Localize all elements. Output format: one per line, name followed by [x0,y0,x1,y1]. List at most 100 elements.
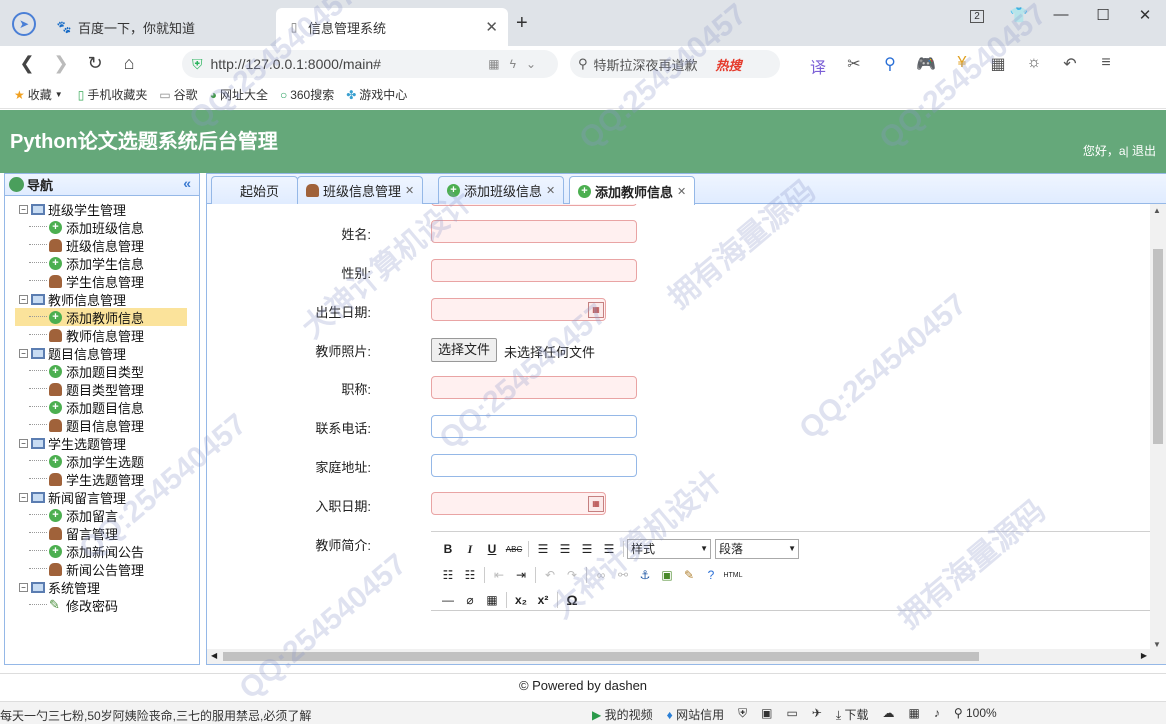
image-status-icon[interactable]: ▣ [761,706,772,723]
bookmark-item[interactable]: ○ 360搜索 [280,86,334,103]
maximize-icon[interactable]: ☐ [1082,6,1124,24]
nav-item[interactable]: 题目类型管理 [29,380,144,398]
subscript-icon[interactable]: x₂ [510,590,532,610]
nav-item[interactable]: + 添加题目信息 [29,398,144,416]
strike-icon[interactable]: ABC [503,539,525,559]
undo-icon[interactable]: ↶ [539,565,561,585]
my-video-link[interactable]: ▶ 我的视频 [592,706,653,723]
nav-item[interactable]: 教师信息管理 [29,326,144,344]
bookmark-item[interactable]: ▯ 手机收藏夹 [78,86,148,103]
nav-item[interactable]: + 添加班级信息 [29,218,144,236]
nav-item[interactable]: + 添加留言 [29,506,118,524]
site-credit-link[interactable]: ♦ 网站信用 [667,706,724,723]
nav-group[interactable]: − 学生选题管理 [19,434,126,452]
page-tab[interactable]: + 添加教师信息 ✕ [569,176,696,205]
bold-icon[interactable]: B [437,539,459,559]
scroll-down-icon[interactable]: ▼ [1153,640,1161,649]
bullet-list-icon[interactable]: ☷ [437,565,459,585]
align-center-icon[interactable]: ☰ [554,539,576,559]
bookmark-item[interactable]: ◕ 网址大全 [210,86,268,103]
outdent-icon[interactable]: ⇤ [488,565,510,585]
nav-group[interactable]: − 题目信息管理 [19,344,126,362]
scissors-icon[interactable]: ✂ [836,54,872,78]
nav-item[interactable]: ✎ 修改密码 [29,596,118,614]
address-input[interactable] [431,454,637,477]
home-icon[interactable]: ⌂ [112,53,146,74]
horizontal-scrollbar[interactable]: ◀ ▶ [207,649,1166,664]
format-select[interactable]: 段落 ▼ [715,539,799,559]
nav-item[interactable]: + 添加学生信息 [29,254,144,272]
name-input[interactable] [431,220,637,243]
scroll-thumb[interactable] [1153,249,1163,444]
horizontal-rule-icon[interactable]: — [437,590,459,610]
address-actions-icon[interactable]: ▦ϟ⌄ [488,57,546,71]
download-link[interactable]: ⤓ 下载 [836,706,869,723]
calendar-icon[interactable]: ▦ [588,302,604,318]
close-tab-icon[interactable]: ✕ [405,184,414,197]
apps-grid-icon[interactable]: ▦ [980,54,1016,78]
scroll-right-icon[interactable]: ▶ [1141,651,1147,660]
volume-icon[interactable]: ♪ [934,706,940,723]
phone-input[interactable] [431,415,637,438]
close-window-icon[interactable]: ✕ [1124,6,1166,24]
cut-off-field[interactable] [431,204,637,206]
title-input[interactable] [431,376,637,399]
undo-icon[interactable]: ↶ [1052,54,1088,78]
shirt-icon[interactable]: 👕 [998,6,1040,24]
new-tab-button[interactable]: + [516,12,528,35]
reload-icon[interactable]: ↻ [78,53,112,74]
brightness-icon[interactable]: ☼ [1016,54,1052,78]
nav-item[interactable]: 学生选题管理 [29,470,144,488]
superscript-icon[interactable]: x² [532,590,554,610]
close-tab-icon[interactable]: ✕ [485,18,498,36]
table-icon[interactable]: ▦ [481,590,503,610]
user-greeting[interactable]: 您好，a| 退出 [1083,142,1156,159]
redo-icon[interactable]: ↷ [561,565,583,585]
close-tab-icon[interactable]: ✕ [677,185,686,198]
nav-item[interactable]: 题目信息管理 [29,416,144,434]
magnifier-icon[interactable]: ⚲ [872,54,908,78]
nav-item[interactable]: + 添加学生选题 [29,452,144,470]
italic-icon[interactable]: I [459,539,481,559]
choose-file-button[interactable]: 选择文件 [431,338,498,362]
join-date-input[interactable] [431,492,606,515]
nav-group[interactable]: − 教师信息管理 [19,290,126,308]
page-tab[interactable]: 班级信息管理 ✕ [297,176,424,204]
cloud-icon[interactable]: ☁ [883,706,895,723]
scroll-left-icon[interactable]: ◀ [211,651,217,660]
tree-toggle-icon[interactable]: − [19,204,28,214]
tree-toggle-icon[interactable]: − [19,582,28,592]
vertical-scrollbar[interactable]: ▲ ▼ [1150,204,1166,651]
nav-item[interactable]: + 添加教师信息 [15,308,187,326]
close-tab-icon[interactable]: ✕ [546,184,555,197]
unlink-icon[interactable]: ⚯ [612,565,634,585]
underline-icon[interactable]: U [481,539,503,559]
browser-tab-active[interactable]: ▯ 信息管理系统 ✕ [276,8,508,46]
nav-item[interactable]: + 添加题目类型 [29,362,144,380]
news-ticker[interactable]: 每天一勺三七粉,50岁阿姨险丧命,三七的服用禁忌,必须了解 [0,707,311,724]
html-source-icon[interactable]: HTML [722,565,744,585]
help-icon[interactable]: ? [700,565,722,585]
menu-icon[interactable]: ≡ [1088,54,1124,78]
tree-toggle-icon[interactable]: − [19,348,28,358]
anchor-icon[interactable]: ⚓ [634,565,656,585]
page-tab[interactable]: + 添加班级信息 ✕ [438,176,565,204]
align-left-icon[interactable]: ☰ [532,539,554,559]
shield-status-icon[interactable]: ⛨ [738,706,747,723]
image-icon[interactable]: ▣ [656,565,678,585]
scroll-up-icon[interactable]: ▲ [1153,206,1161,215]
tree-toggle-icon[interactable]: − [19,438,28,448]
remove-format-icon[interactable]: ⌀ [459,590,481,610]
minimize-icon[interactable]: — [1040,6,1082,24]
address-bar[interactable]: ⛨ http://127.0.0.1:8000/main# ▦ϟ⌄ [182,50,558,78]
editor-body[interactable] [431,610,1150,651]
align-justify-icon[interactable]: ☰ [598,539,620,559]
tree-toggle-icon[interactable]: − [19,294,28,304]
browser-search-box[interactable]: ⚲ 特斯拉深夜再道歉 热搜 [570,50,780,78]
calendar-icon[interactable]: ▦ [588,496,604,512]
nav-group[interactable]: − 班级学生管理 [19,200,126,218]
style-select[interactable]: 样式 ▼ [627,539,711,559]
nav-item[interactable]: 新闻公告管理 [29,560,144,578]
translate-icon[interactable]: 译 [800,54,836,78]
nav-item[interactable]: 班级信息管理 [29,236,144,254]
